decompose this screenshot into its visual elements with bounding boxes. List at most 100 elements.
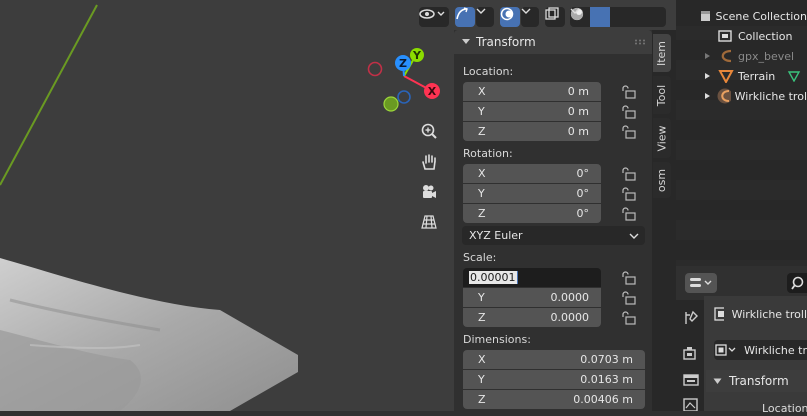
- rotation-y-field[interactable]: Y 0°: [463, 184, 601, 203]
- rendered-shading-button[interactable]: [571, 7, 650, 27]
- curve-object-icon: [717, 88, 731, 104]
- gizmo-dropdown[interactable]: [476, 7, 494, 27]
- chevron-down-icon: [521, 8, 531, 14]
- z-axis-label: Z: [399, 57, 407, 70]
- outliner-collection[interactable]: Collection: [676, 26, 807, 46]
- drag-handle-icon[interactable]: [634, 39, 646, 45]
- overlay-icon: [500, 7, 514, 21]
- dimensions-z-field[interactable]: Z 0.00406 m: [463, 390, 645, 409]
- rotation-mode-select[interactable]: XYZ Euler: [462, 226, 645, 245]
- location-y-field[interactable]: Y0 m: [463, 102, 601, 121]
- solid-shading-button[interactable]: [571, 7, 610, 27]
- zoom-icon: [421, 123, 437, 139]
- dimensions-y-field[interactable]: Y 0.0163 m: [463, 370, 645, 389]
- chevron-down-icon: [713, 378, 722, 384]
- overlay-toggle[interactable]: [500, 7, 520, 27]
- location-label: Location:: [463, 65, 514, 78]
- rotation-label: Rotation:: [463, 147, 513, 160]
- properties-editor-icon: [690, 278, 712, 287]
- rotation-x-field[interactable]: X 0°: [463, 164, 601, 183]
- xray-toggle[interactable]: [545, 7, 565, 27]
- outliner: Scene Collection Collection gpx_bevel Te…: [676, 0, 807, 266]
- neg-x-handle: [367, 61, 383, 77]
- mesh-object-icon: [718, 70, 734, 83]
- location-x-field[interactable]: X0 m: [463, 82, 601, 101]
- properties-tab-column: [676, 300, 704, 411]
- scale-y-field[interactable]: Y 0.0000: [463, 288, 601, 307]
- collection-icon: [718, 30, 732, 42]
- camera-icon: [423, 185, 436, 198]
- tab-osm[interactable]: osm: [653, 162, 671, 198]
- navigation-gizmo[interactable]: X Y Z: [362, 45, 442, 117]
- lock-rotation-z-icon[interactable]: [620, 207, 636, 221]
- properties-editor: Wirkliche troll Wirkliche tr Transform L…: [676, 266, 807, 415]
- tab-tool[interactable]: Tool: [653, 76, 671, 114]
- object-data-icon: [715, 344, 736, 356]
- shading-dropdown[interactable]: [570, 7, 666, 27]
- pan-button[interactable]: [420, 153, 444, 177]
- curve-object-icon: [721, 49, 732, 63]
- outliner-gpx-bevel[interactable]: gpx_bevel: [676, 46, 807, 66]
- expand-arrow-icon[interactable]: [704, 52, 712, 60]
- chevron-down-icon: [476, 8, 486, 14]
- transform-panel-title: Transform: [476, 35, 536, 49]
- grid-perspective-icon: [421, 215, 437, 229]
- neg-z-handle: [397, 90, 411, 104]
- shading-modes: [570, 7, 666, 27]
- data-block-row[interactable]: Wirkliche tr: [714, 340, 807, 360]
- tool-settings-icon[interactable]: [683, 310, 699, 326]
- dimensions-label: Dimensions:: [463, 333, 531, 346]
- output-properties-icon[interactable]: [683, 372, 699, 386]
- perspective-toggle-button[interactable]: [420, 213, 444, 237]
- rotation-z-field[interactable]: Z 0°: [463, 204, 601, 223]
- expand-arrow-icon[interactable]: [704, 92, 711, 100]
- xray-icon: [545, 7, 559, 20]
- chevron-down-icon: [462, 39, 470, 44]
- dimensions-x-field[interactable]: X 0.0703 m: [463, 350, 645, 369]
- scene-collection-icon: [701, 11, 710, 21]
- lock-scale-y-icon[interactable]: [620, 291, 636, 305]
- render-properties-icon[interactable]: [683, 346, 699, 360]
- scale-z-field[interactable]: Z 0.0000: [463, 308, 601, 327]
- zoom-button[interactable]: [420, 122, 444, 146]
- data-block-browse-button[interactable]: [714, 340, 739, 360]
- gizmo-toggle[interactable]: [455, 7, 475, 27]
- visibility-dropdown[interactable]: [419, 7, 449, 27]
- properties-search-field[interactable]: [787, 273, 807, 293]
- lock-location-x-icon[interactable]: [620, 85, 636, 99]
- object-name-row[interactable]: Wirkliche troll: [714, 306, 807, 322]
- overlay-dropdown[interactable]: [521, 7, 539, 27]
- lock-rotation-x-icon[interactable]: [620, 167, 636, 181]
- outliner-terrain[interactable]: Terrain: [676, 66, 807, 86]
- transform-panel-header[interactable]: Transform: [454, 30, 652, 54]
- location-z-field[interactable]: Z0 m: [463, 122, 601, 141]
- gizmo-icon: [456, 7, 468, 20]
- properties-transform-header[interactable]: Transform: [706, 370, 807, 392]
- expand-arrow-icon[interactable]: [704, 72, 712, 80]
- scale-x-input[interactable]: 0.00001: [463, 268, 601, 287]
- lock-location-z-icon[interactable]: [620, 125, 636, 139]
- material-shading-button[interactable]: [571, 7, 630, 27]
- lock-location-y-icon[interactable]: [620, 105, 636, 119]
- outliner-scene-collection[interactable]: Scene Collection: [676, 6, 807, 26]
- y-axis-label: Y: [412, 49, 422, 62]
- properties-location-label: Location: [762, 402, 807, 415]
- editor-type-dropdown[interactable]: [685, 273, 717, 293]
- lock-scale-z-icon[interactable]: [620, 311, 636, 325]
- chevron-down-icon: [629, 233, 639, 239]
- x-axis-label: X: [428, 85, 437, 98]
- object-icon: [714, 307, 724, 321]
- tab-item[interactable]: Item: [653, 34, 671, 72]
- data-block-name-field[interactable]: Wirkliche tr: [738, 340, 807, 360]
- modifier-icon: [788, 71, 801, 82]
- lock-scale-x-icon[interactable]: [620, 271, 636, 285]
- chevron-down-icon: [570, 8, 580, 14]
- outliner-wirkliche-troll[interactable]: Wirkliche trol: [676, 86, 807, 106]
- tab-view[interactable]: View: [653, 118, 671, 158]
- neg-y-handle: [383, 96, 399, 112]
- hand-icon: [422, 154, 436, 170]
- lock-rotation-y-icon[interactable]: [620, 187, 636, 201]
- camera-view-button[interactable]: [420, 183, 444, 207]
- view-layer-icon[interactable]: [683, 398, 699, 411]
- eye-icon: [419, 9, 445, 19]
